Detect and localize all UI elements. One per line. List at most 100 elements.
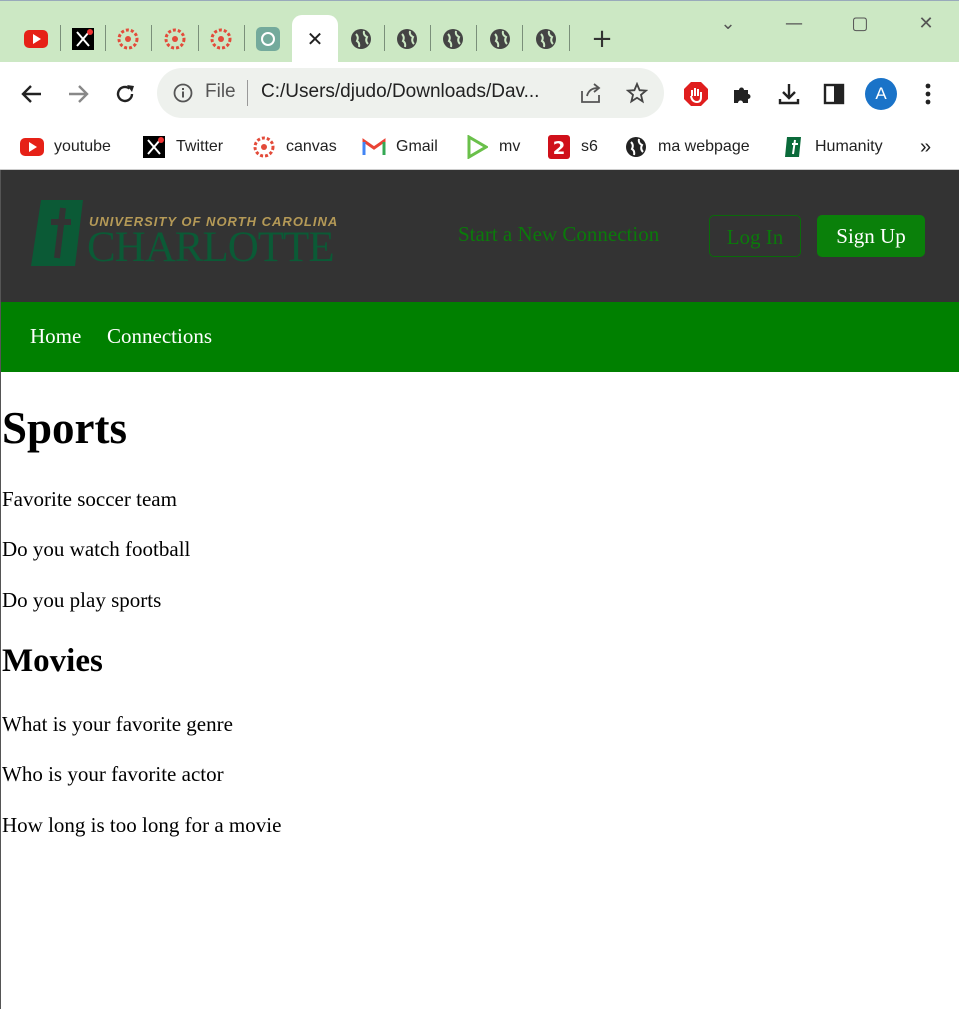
info-icon[interactable] [173,83,193,103]
puzzle-icon [734,87,751,103]
downloads-button[interactable] [771,76,807,112]
x-twitter-icon [72,28,94,50]
play-icon [467,135,488,159]
kebab-menu-icon [925,83,931,105]
tab-youtube[interactable] [18,15,54,63]
bookmarks-overflow-button[interactable]: » [920,132,931,162]
tab-globe-3[interactable] [435,15,471,63]
profile-avatar[interactable]: A [863,76,899,112]
tab-canvas-3[interactable] [203,15,239,63]
bookmark-ma-webpage[interactable]: ma webpage [624,132,750,162]
bookmark-s6[interactable]: 2 s6 [547,132,598,162]
tab-canvas-1[interactable] [110,15,146,63]
bookmark-humanity[interactable]: Humanity [781,132,883,162]
gmail-icon [362,138,386,155]
login-button[interactable]: Log In [709,215,801,257]
close-icon[interactable]: ✕ [307,27,324,51]
back-arrow-icon [21,85,41,103]
uncc-crown-logo-icon [31,200,83,266]
signup-button[interactable]: Sign Up [817,215,925,257]
bookmarks-bar: youtube Twitter canvas Gmail mv 2 s6 ma … [0,124,959,170]
reload-button[interactable] [107,76,143,112]
x-twitter-icon [143,136,165,158]
tab-globe-1[interactable] [343,15,379,63]
extensions-button[interactable] [724,76,760,112]
bookmark-mv[interactable]: mv [465,132,520,162]
adblock-stop-icon [684,82,708,106]
chatgpt-icon [256,27,280,51]
bookmark-star-icon[interactable] [626,82,648,104]
youtube-icon [20,138,44,156]
question-item[interactable]: How long is too long for a movie [2,813,281,838]
scheme-label: File [205,81,236,102]
menu-button[interactable] [910,76,946,112]
bookmark-youtube[interactable]: youtube [20,132,111,162]
section-title-movies: Movies [2,643,103,679]
nav-home-link[interactable]: Home [30,324,81,349]
forward-arrow-icon [69,85,89,103]
tab-globe-4[interactable] [482,15,518,63]
globe-icon [443,29,463,49]
section-title-sports: Sports [2,403,128,453]
globe-icon [626,137,646,157]
forward-button[interactable] [60,76,96,112]
address-bar[interactable]: File C:/Users/djudo/Downloads/Dav... [157,68,664,118]
browser-toolbar: File C:/Users/djudo/Downloads/Dav... A [0,62,959,124]
s6-icon: 2 [548,135,570,159]
tab-search-chevron-down-icon[interactable]: ⌄ [708,9,748,39]
bookmark-label: Humanity [815,138,883,155]
avatar: A [865,78,897,110]
youtube-icon [24,30,48,48]
globe-icon [536,29,556,49]
bookmark-label: ma webpage [658,138,750,155]
site-nav: Home Connections [1,302,959,372]
bookmark-label: s6 [581,138,598,155]
logo-charlotte-text: CHARLOTTE [87,224,335,271]
url-text[interactable]: C:/Users/djudo/Downloads/Dav... [261,81,539,103]
globe-icon [351,29,371,49]
tab-canvas-2[interactable] [157,15,193,63]
download-icon [778,84,800,105]
tab-active[interactable]: ✕ [292,15,338,63]
bookmark-label: Twitter [176,138,224,155]
globe-icon [397,29,417,49]
back-button[interactable] [14,76,50,112]
question-item[interactable]: Favorite soccer team [2,487,177,512]
site-header: UNIVERSITY OF NORTH CAROLINA CHARLOTTE S… [1,170,959,302]
side-panel-icon [823,83,845,105]
new-tab-button[interactable]: + [588,21,616,57]
side-panel-button[interactable] [816,76,852,112]
humanity-icon [785,137,801,157]
tab-strip: ✕ + ⌄ — ▢ ✕ [0,0,959,63]
bookmark-label: canvas [286,138,337,155]
question-item[interactable]: Do you watch football [2,537,190,562]
web-page: UNIVERSITY OF NORTH CAROLINA CHARLOTTE S… [0,170,959,1009]
bookmark-label: youtube [54,138,111,155]
tab-chatgpt[interactable] [250,15,286,63]
tab-globe-2[interactable] [389,15,425,63]
bookmark-label: mv [499,138,521,155]
bookmark-gmail[interactable]: Gmail [362,132,438,162]
bookmark-label: Gmail [396,138,438,155]
svg-text:2: 2 [553,138,566,159]
question-item[interactable]: Who is your favorite actor [2,762,224,787]
globe-icon [490,29,510,49]
canvas-icon [210,28,232,50]
window-close-button[interactable]: ✕ [906,9,946,39]
tab-twitter[interactable] [66,15,100,63]
question-item[interactable]: What is your favorite genre [2,712,233,737]
canvas-icon [117,28,139,50]
question-item[interactable]: Do you play sports [2,588,161,613]
minimize-button[interactable]: — [774,9,814,39]
tab-globe-5[interactable] [528,15,564,63]
nav-connections-link[interactable]: Connections [107,324,212,349]
adblock-extension-button[interactable] [678,76,714,112]
canvas-icon [164,28,186,50]
reload-icon [116,85,134,103]
share-icon[interactable] [579,82,603,104]
bookmark-canvas[interactable]: canvas [252,132,337,162]
maximize-button[interactable]: ▢ [840,9,880,39]
canvas-icon [253,136,275,158]
start-new-connection-link[interactable]: Start a New Connection [458,222,659,247]
bookmark-twitter[interactable]: Twitter [142,132,223,162]
